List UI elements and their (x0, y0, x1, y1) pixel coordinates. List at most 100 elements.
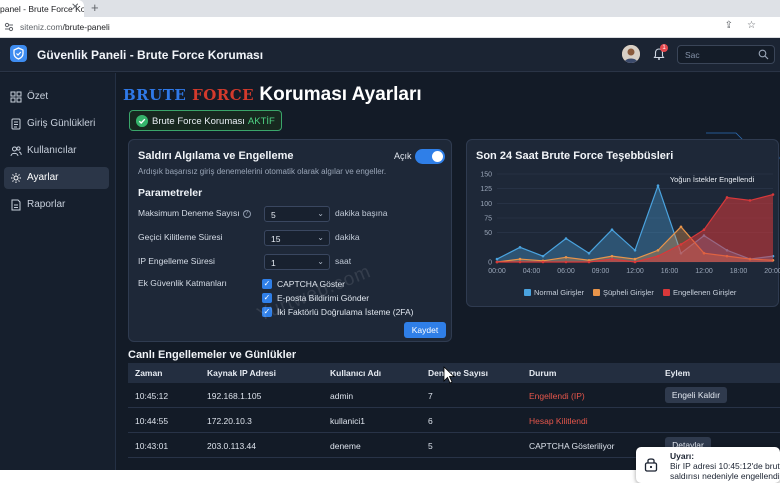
address-bar[interactable]: siteniz.com/brute-paneli ⇪☆ (0, 17, 780, 38)
data-point (564, 237, 568, 240)
cell-ip: 172.20.10.3 (207, 416, 252, 426)
live-log-title: Canlı Engellemeler ve Günlükler (128, 349, 297, 361)
x-tick-label: 00:00 (488, 268, 506, 275)
cell-time: 10:44:55 (135, 416, 169, 426)
legend-item-normal: Normal Girişler (524, 288, 584, 297)
top-bar: Güvenlik Paneli - Brute Force Koruması 1… (0, 38, 780, 72)
share-icon[interactable]: ⇪ (725, 20, 747, 31)
legend-swatch-blocked (663, 289, 670, 296)
url-domain: siteniz.com (20, 22, 63, 32)
extra-layers-label: Ek Güvenlik Katmanları (138, 278, 227, 288)
x-tick-label: 09:00 (592, 268, 610, 275)
search-input[interactable]: Sac (677, 45, 775, 64)
sidebar-item-ayarlar[interactable]: Ayarlar (4, 167, 109, 189)
shield-logo-icon (10, 45, 27, 62)
sidebar-item-kullanicilar[interactable]: Kullanıcılar (4, 140, 109, 162)
y-tick-label: 50 (484, 230, 492, 237)
data-point (633, 257, 637, 261)
data-point (541, 260, 545, 264)
notification-badge: 1 (660, 44, 668, 52)
search-icon[interactable] (758, 49, 769, 60)
captcha-checkbox[interactable]: ✓ (262, 279, 272, 289)
ip-block-duration-select[interactable]: 1 ⌄ (264, 254, 330, 270)
cell-user: kullanici1 (330, 416, 365, 426)
y-tick-label: 150 (480, 172, 492, 179)
cell-attempts: 7 (428, 391, 433, 401)
ip-block-duration-unit: saat (335, 256, 352, 266)
data-point (633, 248, 637, 252)
table-row: 10:45:12 192.168.1.105 admin 7 Engellend… (128, 383, 780, 408)
unblock-button[interactable]: Engeli Kaldır (665, 387, 727, 403)
chart-annotation: Yoğun İstekler Engellendi (670, 175, 755, 184)
ip-block-duration-label: IP Engelleme Süresi (138, 256, 215, 266)
browser-tools: ⇪☆ (725, 20, 770, 31)
lockout-duration-label: Geçici Kilitleme Süresi (138, 232, 223, 242)
toggle-label: Açık (394, 151, 412, 161)
data-point (610, 257, 614, 261)
browser-tab[interactable]: panel - Brute Force Ko ✕ (0, 0, 84, 17)
x-tick-label: 04:00 (523, 268, 541, 275)
close-icon[interactable]: ✕ (71, 2, 79, 13)
status-value: AKTİF (247, 116, 275, 127)
sidebar-item-label: Raporlar (27, 199, 66, 210)
data-point (771, 193, 775, 196)
users-icon (10, 146, 22, 157)
max-attempts-select[interactable]: 5 ⌄ (264, 206, 330, 222)
data-point (702, 228, 706, 232)
sidebar-item-label: Ayarlar (27, 172, 59, 183)
grid-icon (10, 91, 22, 103)
bookmark-star-icon[interactable]: ☆ (747, 20, 770, 31)
chevron-down-icon: ⌄ (317, 257, 324, 266)
data-point (587, 251, 591, 255)
chart-title: Son 24 Saat Brute Force Teşebbüsleri (476, 150, 674, 162)
detection-toggle[interactable] (415, 149, 445, 164)
avatar[interactable] (622, 45, 640, 63)
max-attempts-unit: dakika başına (335, 208, 388, 218)
sidebar-item-giris-gunlukleri[interactable]: Giriş Günlükleri (4, 113, 109, 135)
data-point (495, 257, 499, 261)
x-tick-label: 12:00 (626, 268, 644, 275)
x-tick-label: 18:00 (730, 268, 748, 275)
lockout-duration-unit: dakika (335, 232, 360, 242)
table-row: 10:44:55 172.20.10.3 kullanici1 6 Hesap … (128, 408, 780, 433)
attempts-chart: 0 50 75 100 125 150 00:00 04:00 06:00 09:00 12:00 1… (480, 172, 780, 276)
y-tick-label: 75 (484, 216, 492, 223)
sidebar-item-raporlar[interactable]: Raporlar (4, 194, 109, 216)
log-icon (11, 118, 21, 130)
chevron-down-icon: ⌄ (317, 209, 324, 218)
brute-force-logo: BRUTE FORCE (123, 86, 255, 104)
lockout-duration-select[interactable]: 15 ⌄ (264, 230, 330, 246)
toast-title: Uyarı: (670, 451, 695, 461)
sidebar-item-label: Giriş Günlükleri (27, 118, 96, 129)
data-point (610, 228, 614, 232)
x-tick-label: 06:00 (557, 268, 575, 275)
chevron-down-icon: ⌄ (317, 233, 324, 242)
legend-swatch-suspicious (593, 289, 600, 296)
browser-tab-strip: panel - Brute Force Ko ✕ + (0, 0, 780, 17)
url-text[interactable]: siteniz.com/brute-paneli (20, 22, 110, 32)
app-title: Güvenlik Paneli - Brute Force Koruması (37, 48, 264, 62)
save-button[interactable]: Kaydet (404, 322, 446, 338)
y-tick-label: 100 (480, 201, 492, 208)
sidebar-item-label: Kullanıcılar (27, 145, 77, 156)
sidebar: Özet Giriş Günlükleri Kullanıcılar Ayarl… (0, 73, 116, 470)
search-placeholder: Sac (685, 50, 700, 60)
cell-status: Engellendi (IP) (529, 391, 585, 401)
sidebar-item-ozet[interactable]: Özet (4, 86, 109, 108)
cell-time: 10:43:01 (135, 441, 169, 451)
help-icon[interactable]: ? (242, 210, 251, 218)
data-point (656, 184, 660, 188)
data-point (564, 260, 568, 264)
column-header: Durum (529, 368, 557, 378)
warning-toast[interactable]: Uyarı: Bir IP adresi 10:45:12'de brute s… (636, 447, 780, 483)
cell-user: admin (330, 391, 354, 401)
site-info-icon[interactable] (4, 22, 14, 32)
data-point (748, 199, 752, 202)
cell-time: 10:45:12 (135, 391, 169, 401)
main-content: BRUTE FORCE Koruması Ayarları Brute Forc… (116, 73, 780, 483)
status-label: Brute Force Koruması (152, 116, 245, 127)
max-attempts-label: Maksimum Deneme Sayısı? (138, 208, 251, 218)
toast-line-2: saldırısı nedeniyle engellendi. (670, 471, 780, 481)
data-point (564, 256, 568, 259)
new-tab-icon[interactable]: + (91, 0, 99, 15)
